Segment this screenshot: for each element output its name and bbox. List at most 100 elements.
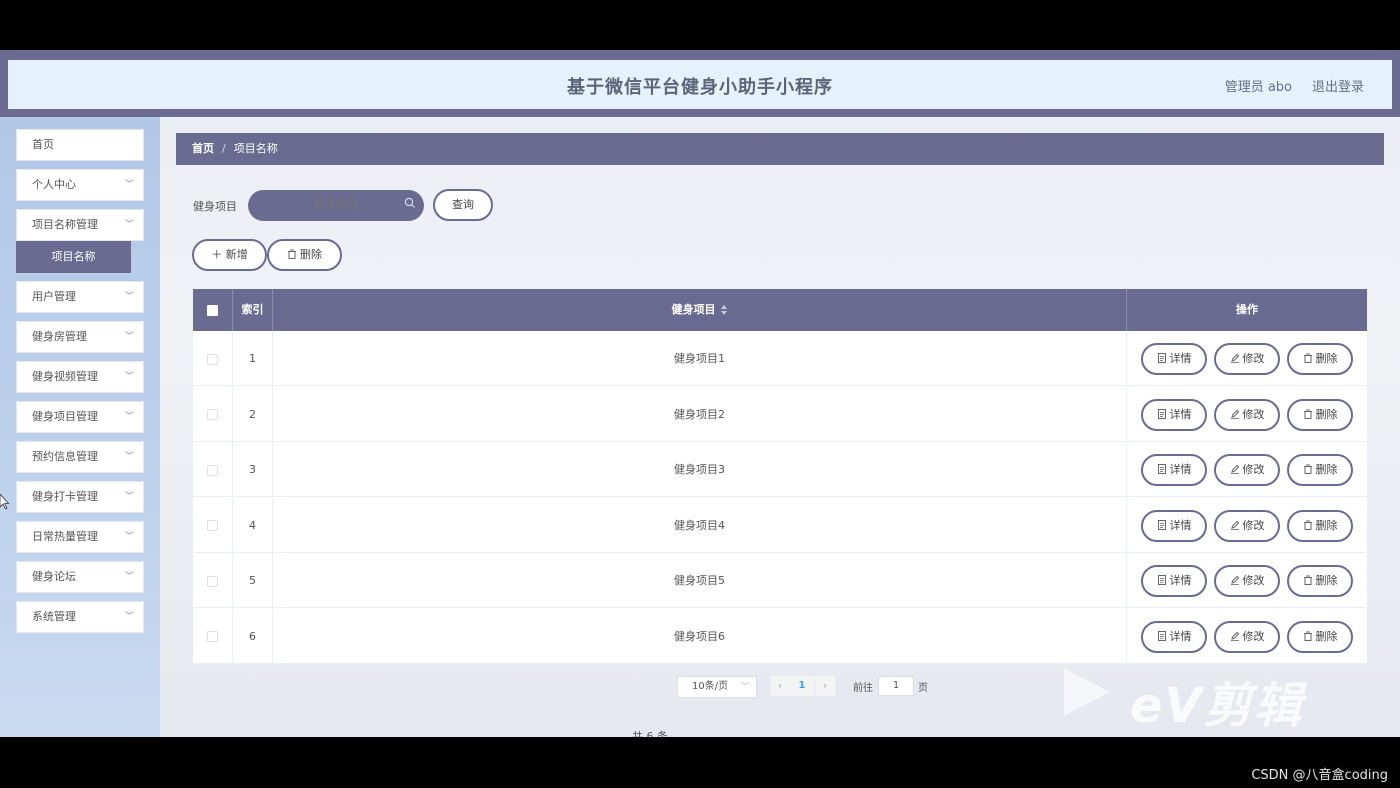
checkbox-icon (207, 520, 218, 531)
trash-icon (1303, 353, 1312, 363)
sidebar-item-fitness-projects[interactable]: 健身项目管理 ﹀ (16, 401, 144, 433)
trash-icon (288, 249, 296, 259)
row-index: 4 (233, 497, 273, 553)
detail-button[interactable]: 详情 (1141, 454, 1207, 486)
goto-label: 前往 (853, 683, 873, 694)
row-index: 3 (233, 442, 273, 497)
sidebar-item-forum[interactable]: 健身论坛 ﹀ (16, 561, 144, 593)
prev-page-button[interactable]: ‹ (770, 676, 790, 696)
edit-button[interactable]: 修改 (1214, 454, 1280, 486)
delete-button[interactable]: 删除 (1287, 398, 1353, 431)
sidebar-item-videos[interactable]: 健身视频管理 ﹀ (16, 361, 144, 393)
sidebar-item-reservations[interactable]: 预约信息管理 ﹀ (16, 441, 144, 473)
chevron-down-icon: ﹀ (124, 532, 134, 542)
detail-button[interactable]: 详情 (1141, 565, 1207, 597)
chevron-down-icon: ﹀ (124, 292, 134, 302)
sort-icon[interactable] (720, 304, 728, 316)
row-name: 健身项目3 (273, 442, 1127, 497)
page-number-current[interactable]: 1 (790, 676, 814, 696)
delete-button[interactable]: 删除 (1287, 454, 1353, 486)
detail-button-label: 详情 (1169, 407, 1192, 421)
sidebar-item-checkins[interactable]: 健身打卡管理 ﹀ (16, 481, 144, 513)
document-icon (1157, 630, 1166, 641)
row-checkbox[interactable] (193, 442, 233, 497)
row-checkbox[interactable] (193, 497, 233, 553)
current-user: 管理员 abo (1224, 80, 1292, 95)
trash-icon (1303, 464, 1312, 474)
main-content: 首页/项目名称 健身项目 查询 ＋ 新增 删除 索引 健身项目 操作 1健身项目… (160, 117, 1400, 737)
row-index: 5 (233, 553, 273, 608)
row-checkbox[interactable] (193, 386, 233, 442)
sidebar-item-label: 健身打卡管理 (32, 490, 98, 503)
sidebar-item-profile[interactable]: 个人中心 ﹀ (16, 169, 144, 201)
table-header: 索引 健身项目 操作 (193, 289, 1367, 331)
sidebar-item-label: 健身项目管理 (32, 410, 98, 423)
checkbox-icon (207, 409, 218, 420)
detail-button[interactable]: 详情 (1141, 620, 1207, 653)
chevron-down-icon: ﹀ (124, 572, 134, 582)
edit-button[interactable]: 修改 (1214, 620, 1280, 653)
chevron-down-icon: ﹀ (124, 332, 134, 342)
delete-button[interactable]: 删除 (1287, 509, 1353, 542)
sidebar-item-label: 健身论坛 (32, 570, 76, 583)
sidebar-item-system[interactable]: 系统管理 ﹀ (16, 601, 144, 633)
delete-button[interactable]: 删除 (1287, 620, 1353, 653)
edit-button-label: 修改 (1242, 518, 1265, 532)
edit-button[interactable]: 修改 (1214, 509, 1280, 542)
column-header-name[interactable]: 健身项目 (273, 289, 1127, 331)
edit-icon (1230, 353, 1239, 363)
row-actions: 详情 修改 删除 (1127, 442, 1367, 497)
detail-button[interactable]: 详情 (1141, 398, 1207, 431)
sidebar-item-gym[interactable]: 健身房管理 ﹀ (16, 321, 144, 353)
edit-button[interactable]: 修改 (1214, 343, 1280, 375)
breadcrumb-home[interactable]: 首页 (192, 142, 214, 155)
delete-button[interactable]: 删除 (1287, 565, 1353, 597)
edit-icon (1230, 409, 1239, 419)
batch-delete-button[interactable]: 删除 (267, 239, 342, 271)
chevron-right-icon: › (822, 679, 828, 692)
detail-button[interactable]: 详情 (1141, 509, 1207, 542)
row-actions: 详情 修改 删除 (1127, 609, 1367, 664)
sidebar-item-home[interactable]: 首页 (16, 129, 144, 161)
sidebar-item-calories[interactable]: 日常热量管理 ﹀ (16, 521, 144, 553)
sidebar-item-users[interactable]: 用户管理 ﹀ (16, 281, 144, 313)
trash-icon (1303, 408, 1312, 419)
sidebar-item-label: 日常热量管理 (32, 530, 98, 543)
sidebar-item-project-name[interactable]: 项目名称管理 ﹀ (16, 209, 144, 241)
table-row: 6 健身项目6 详情 修改 删除 (193, 608, 1367, 664)
search-icon[interactable] (404, 197, 416, 209)
detail-button-label: 详情 (1169, 352, 1192, 365)
row-checkbox[interactable] (193, 608, 233, 664)
checkbox-icon (207, 631, 218, 642)
table-row: 1 健身项目1 详情 修改 删除 (193, 331, 1367, 386)
edit-icon (1230, 631, 1239, 641)
search-input[interactable] (248, 190, 424, 221)
row-checkbox[interactable] (193, 331, 233, 386)
sidebar-item-label: 个人中心 (32, 178, 76, 191)
row-name: 健身项目6 (273, 608, 1127, 664)
delete-button[interactable]: 删除 (1287, 343, 1353, 375)
goto-page-input[interactable]: 1 (878, 676, 914, 696)
detail-button[interactable]: 详情 (1141, 343, 1207, 375)
logout-button[interactable]: 退出登录 (1312, 76, 1364, 95)
sidebar: 首页 个人中心 ﹀ 项目名称管理 ﹀ 项目名称 用户管理 ﹀ 健身房管理 ﹀ 健身视频管… (0, 117, 160, 737)
add-button[interactable]: ＋ 新增 (192, 239, 267, 271)
edit-button[interactable]: 修改 (1214, 565, 1280, 597)
submenu-item-project-name[interactable]: 项目名称 (16, 241, 131, 273)
detail-button-label: 详情 (1169, 463, 1192, 476)
edit-button-label: 修改 (1242, 407, 1265, 421)
query-button[interactable]: 查询 (433, 189, 493, 221)
detail-button-label: 详情 (1169, 518, 1192, 532)
sidebar-item-label: 项目名称管理 (32, 218, 98, 231)
next-page-button[interactable]: › (815, 676, 835, 696)
table-row: 3 健身项目3 详情 修改 删除 (193, 442, 1367, 497)
select-all-checkbox[interactable] (193, 289, 233, 331)
chevron-down-icon: ﹀ (124, 452, 134, 462)
breadcrumb: 首页 / 项目名称 (176, 133, 1384, 165)
edit-button[interactable]: 修改 (1214, 398, 1280, 431)
header: 基于微信平台健身小助手小程序 管理员 abo 退出登录 (8, 60, 1392, 109)
row-checkbox[interactable] (193, 553, 233, 608)
breadcrumb-separator: / (222, 142, 226, 155)
header-frame: 基于微信平台健身小助手小程序 管理员 abo 退出登录 (0, 50, 1400, 117)
page-size-select[interactable]: 10条/页 ﹀ (677, 676, 757, 698)
